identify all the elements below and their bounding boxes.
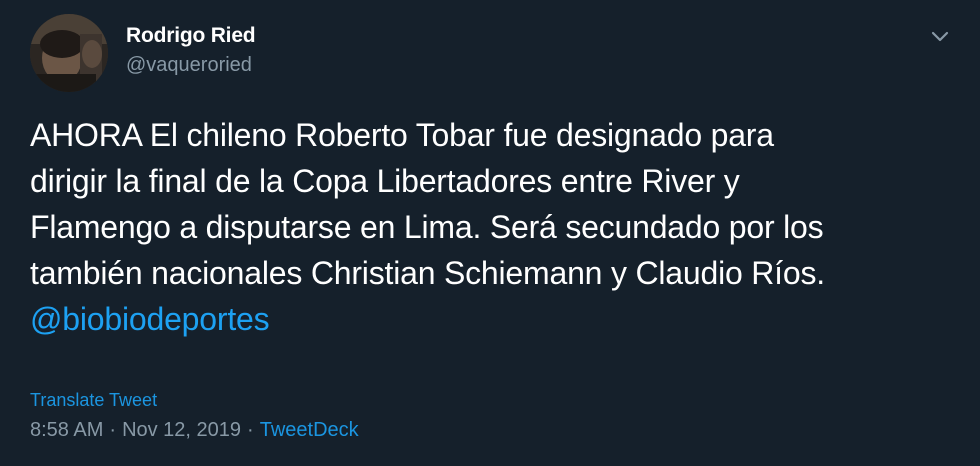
tweet-line: también nacionales Christian Schiemann y…: [30, 255, 825, 291]
tweet-line: Flamengo a disputarse en Lima. Será secu…: [30, 209, 824, 245]
tweet-source-link[interactable]: TweetDeck: [260, 419, 359, 441]
tweet-meta: 8:58 AM · Nov 12, 2019 · TweetDeck: [30, 416, 359, 444]
tweet-card: Rodrigo Ried @vaqueroried AHORA El chile…: [0, 0, 980, 466]
chevron-down-icon[interactable]: [928, 26, 952, 46]
avatar[interactable]: [30, 14, 108, 92]
tweet-line: AHORA El chileno Roberto Tobar fue desig…: [30, 117, 774, 153]
meta-separator: ·: [247, 419, 254, 441]
user-handle[interactable]: @vaqueroried: [126, 52, 255, 78]
user-info: Rodrigo Ried @vaqueroried: [126, 22, 256, 78]
display-name[interactable]: Rodrigo Ried: [126, 22, 256, 50]
tweet-line: dirigir la final de la Copa Libertadores…: [30, 163, 740, 199]
translate-tweet-link[interactable]: Translate Tweet: [30, 388, 157, 412]
tweet-time[interactable]: 8:58 AM: [30, 419, 103, 441]
meta-separator: ·: [109, 419, 117, 441]
tweet-date[interactable]: Nov 12, 2019: [122, 419, 241, 441]
mention-link[interactable]: @biobiodeportes: [30, 301, 270, 337]
tweet-text: AHORA El chileno Roberto Tobar fue desig…: [30, 112, 960, 342]
avatar-image: [30, 14, 108, 92]
